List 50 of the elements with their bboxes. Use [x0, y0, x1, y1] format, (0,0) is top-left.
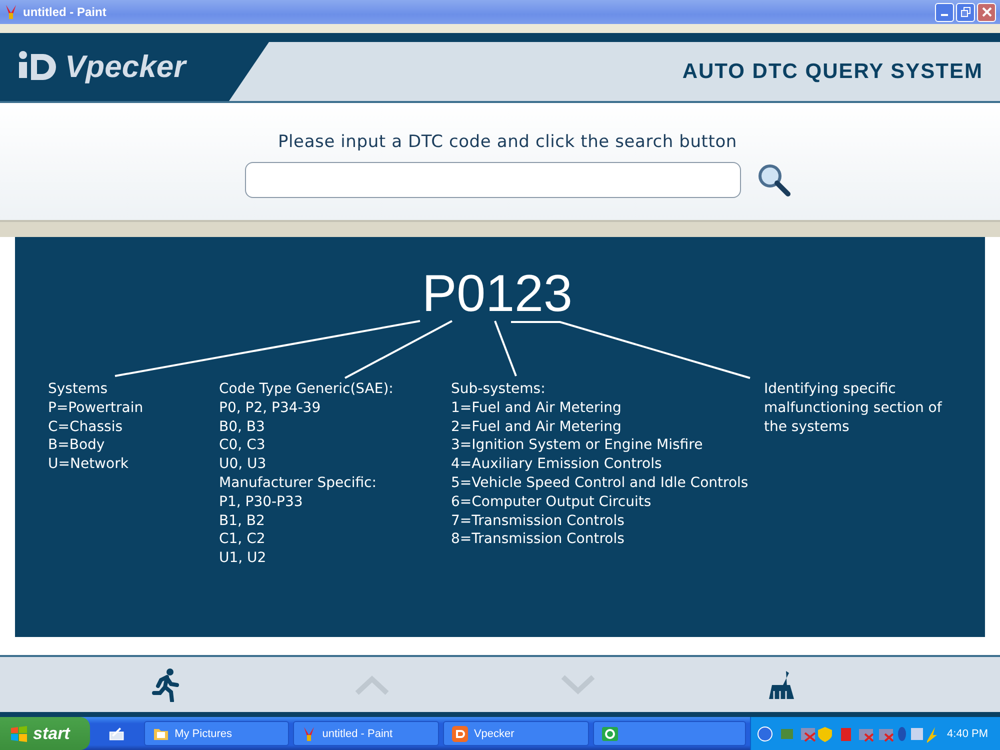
legend-text: P0, P2, P34-39 — [219, 398, 322, 418]
legend-text: Identifying specific malfunctioning section of the systems — [764, 380, 943, 436]
desktop-icon[interactable] — [108, 726, 126, 742]
app-icon — [602, 726, 618, 740]
folder-icon — [152, 726, 169, 740]
legend-text: P1, P30-P33 — [219, 492, 304, 512]
start-button[interactable]: start — [0, 717, 90, 750]
paint-icon — [302, 726, 316, 742]
legend-text: Manufacturer Specific: — [219, 474, 378, 493]
legend-text: 8=Transmission Controls — [451, 530, 626, 550]
clock: 4:40 PM — [947, 728, 988, 740]
taskbar-button[interactable]: untitled - Paint — [293, 721, 439, 746]
legend-text: Systems — [48, 380, 108, 399]
search-prompt: Please input a DTC code and click the search button — [278, 132, 737, 152]
app-icon — [452, 726, 468, 742]
window-title: untitled - Paint — [23, 5, 106, 19]
taskbar-button[interactable]: Vpecker — [442, 721, 589, 746]
legend-text: 6=Computer Output Circuits — [451, 492, 652, 512]
minimize-button[interactable] — [935, 2, 954, 22]
legend-text: 5=Vehicle Speed Control and Idle Controls — [451, 474, 750, 493]
search-field[interactable] — [245, 162, 741, 198]
paint-icon — [4, 4, 18, 20]
search-icon[interactable] — [757, 163, 791, 197]
legend-text: B1, B2 — [219, 512, 266, 530]
legend-text: Sub-systems: — [451, 380, 546, 399]
taskbar-button[interactable]: My Pictures — [144, 721, 290, 746]
restore-button[interactable] — [956, 2, 975, 22]
dtc-code: P0123 — [422, 269, 572, 319]
legend-text: U0, U3 — [219, 455, 268, 474]
legend-text: C0, C3 — [219, 436, 266, 456]
close-button[interactable] — [977, 2, 996, 22]
legend-text: 7=Transmission Controls — [451, 512, 626, 530]
close-icon — [982, 7, 992, 17]
legend-text: 2=Fuel and Air Metering — [451, 418, 622, 436]
restore-icon — [960, 7, 970, 17]
legend-text: P=Powertrain — [48, 398, 144, 418]
legend-text: C=Chassis — [48, 418, 124, 436]
legend-text: C1, C2 — [219, 530, 266, 550]
legend-text: Code Type Generic(SAE): — [219, 380, 394, 399]
app-title: AUTO DTC QUERY SYSTEM — [682, 60, 983, 84]
legend-text: U=Network — [48, 455, 130, 474]
legend-text: B0, B3 — [219, 418, 266, 436]
legend-text: 3=Ignition System or Engine Misfire — [451, 436, 704, 456]
taskbar-button[interactable] — [592, 721, 746, 746]
windows-logo-icon — [10, 726, 28, 742]
legend-text: 1=Fuel and Air Metering — [451, 398, 622, 418]
legend-text: B=Body — [48, 436, 106, 456]
legend-text: 4=Auxiliary Emission Controls — [451, 455, 663, 474]
brand-name: Vpecker — [65, 49, 186, 85]
legend-text: U1, U2 — [219, 549, 268, 568]
